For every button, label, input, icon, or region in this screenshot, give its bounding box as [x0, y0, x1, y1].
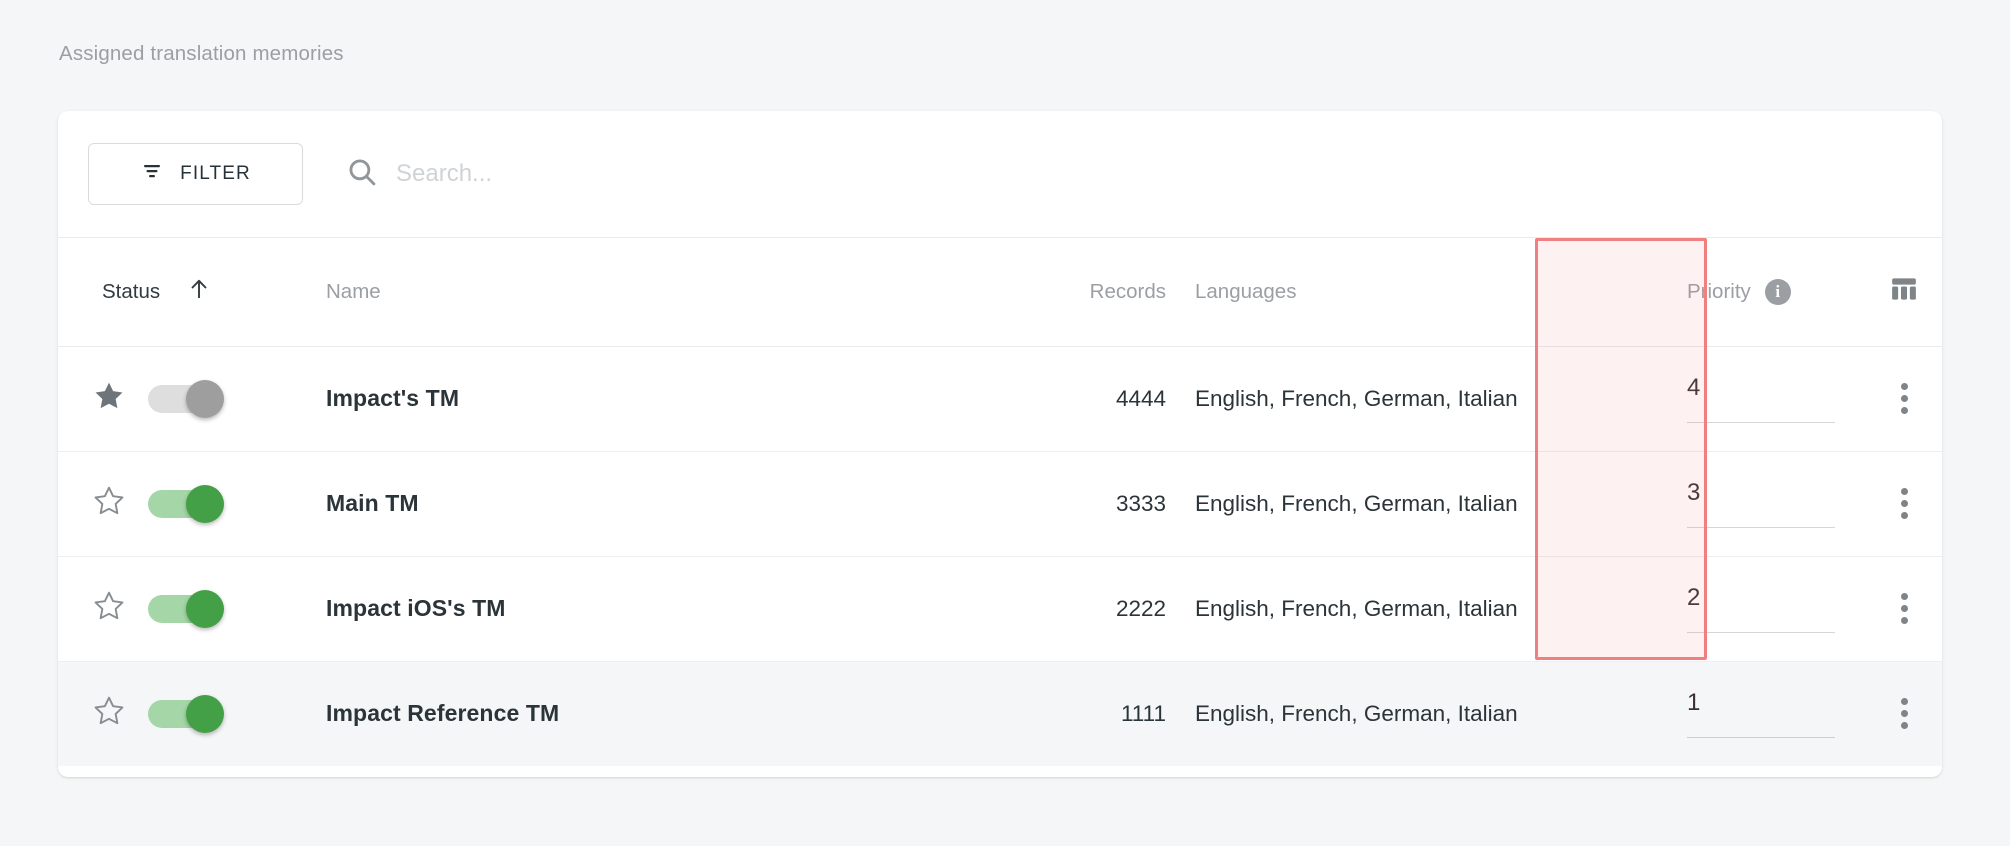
cell-priority[interactable]: 1: [1666, 661, 1866, 766]
column-header-settings[interactable]: [1866, 238, 1942, 346]
search-icon: [345, 155, 379, 194]
priority-input[interactable]: 3: [1687, 479, 1835, 528]
status-toggle[interactable]: [148, 593, 224, 625]
status-toggle[interactable]: [148, 383, 224, 415]
cell-actions: [1866, 556, 1942, 661]
table-row[interactable]: Impact's TM 4444 English, French, German…: [58, 346, 1942, 451]
translation-memories-card: FILTER: [58, 111, 1942, 777]
toggle-thumb: [186, 695, 224, 733]
search-box[interactable]: [345, 155, 1942, 194]
cell-status: [58, 346, 326, 451]
info-icon[interactable]: i: [1765, 279, 1791, 305]
column-header-records[interactable]: Records: [886, 238, 1166, 346]
kebab-menu-icon[interactable]: [1895, 692, 1914, 735]
column-header-status-label: Status: [102, 280, 160, 304]
arrow-up-icon[interactable]: [188, 277, 210, 307]
column-header-languages[interactable]: Languages: [1166, 238, 1666, 346]
status-toggle[interactable]: [148, 698, 224, 730]
filter-button-label: FILTER: [180, 163, 251, 185]
column-header-priority[interactable]: Priority i: [1666, 238, 1866, 346]
star-outline-icon[interactable]: [92, 694, 126, 733]
column-header-name[interactable]: Name: [326, 238, 886, 346]
column-header-records-label: Records: [1090, 280, 1166, 304]
priority-input[interactable]: 1: [1687, 689, 1835, 738]
toggle-thumb: [186, 380, 224, 418]
filter-icon: [140, 159, 164, 189]
page-title: Assigned translation memories: [59, 42, 344, 66]
priority-input[interactable]: 2: [1687, 584, 1835, 633]
cell-actions: [1866, 451, 1942, 556]
filter-button[interactable]: FILTER: [88, 143, 303, 205]
cell-priority[interactable]: 3: [1666, 451, 1866, 556]
cell-priority[interactable]: 2: [1666, 556, 1866, 661]
column-header-status[interactable]: Status: [58, 238, 326, 346]
page-root: Assigned translation memories FILTER: [0, 0, 2010, 846]
cell-status: [58, 556, 326, 661]
cell-records: 3333: [886, 451, 1166, 556]
translation-memories-table: Status Name: [58, 238, 1942, 766]
cell-name: Impact's TM: [326, 346, 886, 451]
cell-actions: [1866, 661, 1942, 766]
table-row[interactable]: Impact Reference TM 1111 English, French…: [58, 661, 1942, 766]
cell-priority[interactable]: 4: [1666, 346, 1866, 451]
search-input[interactable]: [396, 156, 1897, 192]
star-filled-icon[interactable]: [92, 379, 126, 418]
cell-status: [58, 661, 326, 766]
cell-status: [58, 451, 326, 556]
cell-languages: English, French, German, Italian: [1166, 661, 1666, 766]
cell-name: Impact Reference TM: [326, 661, 886, 766]
cell-records: 1111: [886, 661, 1166, 766]
cell-languages: English, French, German, Italian: [1166, 556, 1666, 661]
priority-input[interactable]: 4: [1687, 374, 1835, 423]
star-outline-icon[interactable]: [92, 589, 126, 628]
table-row[interactable]: Main TM 3333 English, French, German, It…: [58, 451, 1942, 556]
table-body: Impact's TM 4444 English, French, German…: [58, 346, 1942, 766]
cell-records: 4444: [886, 346, 1166, 451]
cell-name: Impact iOS's TM: [326, 556, 886, 661]
status-toggle[interactable]: [148, 488, 224, 520]
column-header-name-label: Name: [326, 280, 381, 304]
kebab-menu-icon[interactable]: [1895, 482, 1914, 525]
toggle-thumb: [186, 590, 224, 628]
table-header: Status Name: [58, 238, 1942, 346]
column-header-languages-label: Languages: [1195, 280, 1296, 304]
cell-languages: English, French, German, Italian: [1166, 451, 1666, 556]
star-outline-icon[interactable]: [92, 484, 126, 523]
table-header-row: Status Name: [58, 238, 1942, 346]
table-row[interactable]: Impact iOS's TM 2222 English, French, Ge…: [58, 556, 1942, 661]
kebab-menu-icon[interactable]: [1895, 377, 1914, 420]
table-toolbar: FILTER: [58, 111, 1942, 238]
cell-actions: [1866, 346, 1942, 451]
cell-languages: English, French, German, Italian: [1166, 346, 1666, 451]
column-header-priority-label: Priority: [1687, 280, 1751, 304]
toggle-thumb: [186, 485, 224, 523]
table-columns-icon[interactable]: [1889, 274, 1919, 310]
kebab-menu-icon[interactable]: [1895, 587, 1914, 630]
cell-records: 2222: [886, 556, 1166, 661]
cell-name: Main TM: [326, 451, 886, 556]
